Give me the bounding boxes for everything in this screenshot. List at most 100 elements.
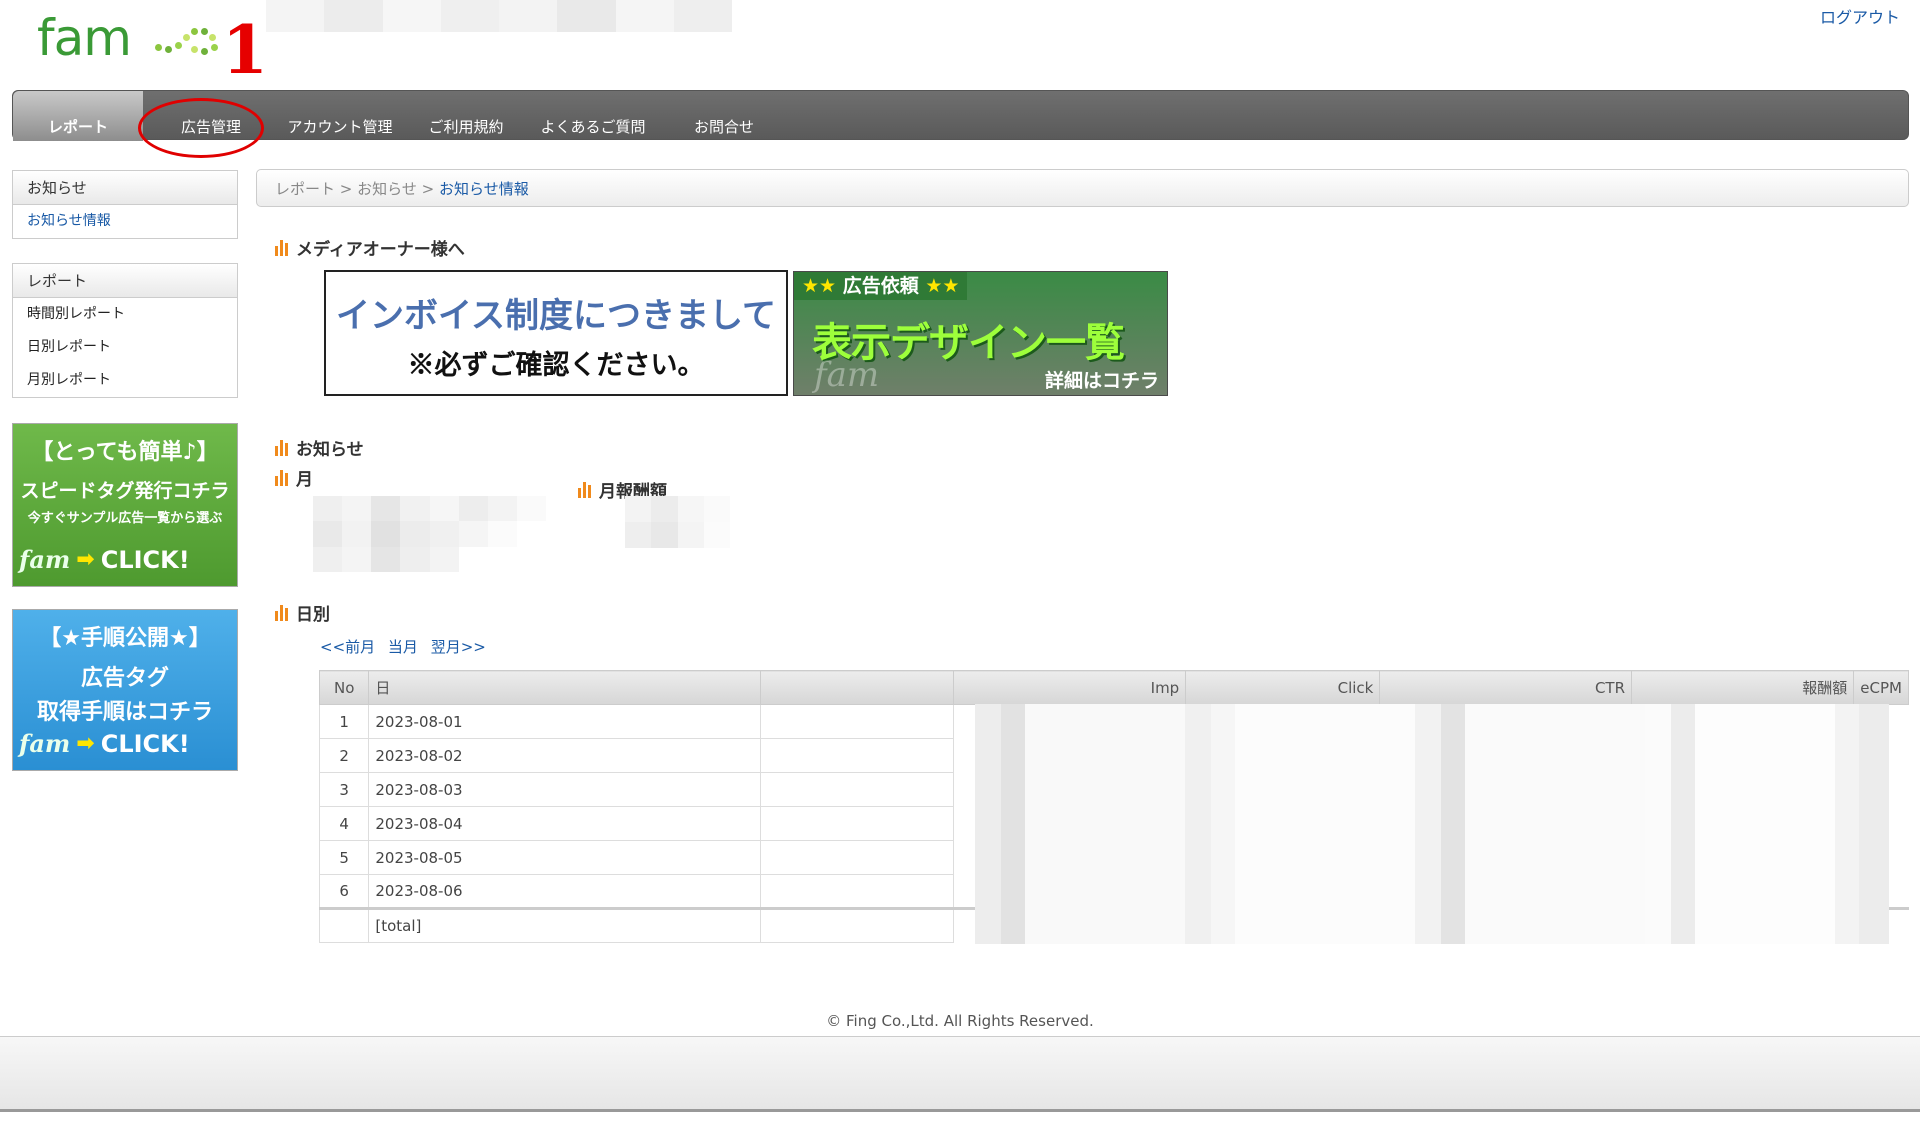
footer-bar	[0, 1036, 1920, 1112]
bar-chart-icon	[275, 439, 288, 456]
ad-request-banner[interactable]: ★★ 広告依頼 ★★ 表示デザイン一覧 fam 詳細はコチラ	[793, 271, 1168, 396]
section-notice-title: お知らせ	[296, 440, 364, 460]
breadcrumb-notice[interactable]: お知らせ	[357, 180, 417, 198]
annotation-number: 1	[222, 11, 268, 89]
cell-date: 2023-08-02	[368, 738, 762, 773]
speed-tag-banner[interactable]: 【とっても簡単♪】 スピードタグ発行コチラ 今すぐサンプル広告一覧から選ぶ fa…	[12, 423, 238, 587]
breadcrumb-sep: >	[421, 180, 435, 198]
cell-no: 5	[318, 840, 370, 875]
cell-no-empty	[318, 907, 370, 943]
section-month: 月	[275, 465, 313, 490]
breadcrumb-sep: >	[339, 180, 353, 198]
sidebar-report-box: レポート 時間別レポート 日別レポート 月別レポート	[12, 263, 238, 398]
cell-no: 4	[318, 806, 370, 841]
breadcrumb-current: お知らせ情報	[439, 180, 529, 198]
cell-spacer	[760, 874, 954, 909]
ad-request-top: ★★ 広告依頼 ★★	[794, 272, 968, 300]
month-pager: <<前月 当月 翌月>>	[320, 636, 494, 657]
cell-spacer	[760, 907, 954, 943]
table-header-row: No 日 Imp Click CTR 報酬額 eCPM	[318, 670, 1909, 705]
th-click: Click	[1185, 670, 1381, 705]
arrow-right-icon: ➡	[76, 547, 95, 572]
sidebar-item-daily-report[interactable]: 日別レポート	[13, 331, 237, 364]
pager-next-month[interactable]: 翌月>>	[431, 638, 486, 656]
cell-spacer	[760, 772, 954, 807]
speed-banner-brand: fam	[19, 545, 71, 574]
footer-copyright: © Fing Co.,Ltd. All Rights Reserved.	[826, 1012, 1094, 1030]
speed-banner-line1: 【とっても簡単♪】	[31, 440, 219, 465]
nav-tab-report[interactable]: レポート	[13, 91, 143, 141]
tag-steps-banner[interactable]: 【★手順公開★】 広告タグ 取得手順はコチラ fam ➡ CLICK!	[12, 609, 238, 771]
cell-spacer	[760, 704, 954, 739]
invoice-banner[interactable]: インボイス制度につきまして ※必ずご確認ください。	[324, 270, 788, 396]
sidebar-item-notice-info[interactable]: お知らせ情報	[13, 205, 237, 238]
cell-date: 2023-08-01	[368, 704, 762, 739]
bar-chart-icon	[275, 469, 288, 486]
th-spacer	[760, 670, 954, 705]
pager-current-month[interactable]: 当月	[388, 638, 418, 656]
th-imp: Imp	[952, 670, 1187, 705]
cell-no: 2	[318, 738, 370, 773]
steps-banner-line3: 取得手順はコチラ	[36, 700, 213, 725]
th-ctr: CTR	[1379, 670, 1633, 705]
cell-date: 2023-08-04	[368, 806, 762, 841]
sidebar-notice-box: お知らせ お知らせ情報	[12, 170, 238, 239]
pager-prev-month[interactable]: <<前月	[320, 638, 375, 656]
speed-banner-click: fam ➡ CLICK!	[19, 545, 190, 574]
ad-request-star-left: ★★	[802, 275, 837, 297]
blurred-monthly-reward	[625, 496, 730, 548]
speed-banner-line3: 今すぐサンプル広告一覧から選ぶ	[27, 511, 223, 526]
blurred-table-values	[975, 704, 1909, 944]
blurred-month-values	[313, 496, 546, 572]
steps-banner-click-label: CLICK!	[100, 729, 190, 758]
cell-total-label: [total]	[368, 907, 762, 943]
cell-date: 2023-08-06	[368, 874, 762, 909]
steps-banner-line2: 広告タグ	[80, 666, 169, 691]
section-media-owner-title: メディアオーナー様へ	[296, 240, 465, 260]
nav-tab-account-management[interactable]: アカウント管理	[275, 91, 405, 141]
bar-chart-icon	[578, 481, 591, 498]
cell-date: 2023-08-03	[368, 772, 762, 807]
steps-banner-line1: 【★手順公開★】	[39, 626, 211, 651]
steps-banner-brand: fam	[19, 729, 71, 758]
bar-chart-icon	[275, 239, 288, 256]
section-daily: 日別	[275, 600, 330, 625]
bar-chart-icon	[275, 604, 288, 621]
nav-tab-contact[interactable]: お問合せ	[669, 91, 779, 141]
blurred-header-region	[266, 0, 732, 32]
breadcrumb-report[interactable]: レポート	[275, 180, 335, 198]
th-date: 日	[368, 670, 762, 705]
section-notice: お知らせ	[275, 435, 364, 460]
ad-request-brand: fam	[814, 355, 880, 395]
section-daily-title: 日別	[296, 605, 330, 625]
section-media-owner: メディアオーナー様へ	[275, 235, 465, 260]
cell-no: 6	[318, 874, 370, 909]
steps-banner-click: fam ➡ CLICK!	[19, 729, 190, 758]
th-ecpm: eCPM	[1853, 670, 1909, 705]
ad-request-top-label: 広告依頼	[842, 275, 919, 297]
cell-spacer	[760, 806, 954, 841]
sidebar-item-hourly-report[interactable]: 時間別レポート	[13, 298, 237, 331]
logout-link[interactable]: ログアウト	[1820, 4, 1900, 28]
annotation-circle	[138, 98, 264, 158]
th-reward: 報酬額	[1631, 670, 1855, 705]
speed-banner-click-label: CLICK!	[100, 545, 190, 574]
main-navbar: レポート 広告管理 アカウント管理 ご利用規約 よくあるご質問 お問合せ	[12, 90, 1909, 141]
cell-no: 1	[318, 704, 370, 739]
nav-tab-faq[interactable]: よくあるご質問	[525, 91, 661, 141]
sidebar-report-title: レポート	[13, 264, 237, 298]
invoice-banner-line1: インボイス制度につきまして	[336, 296, 776, 336]
cell-no: 3	[318, 772, 370, 807]
invoice-banner-line2: ※必ずご確認ください。	[407, 350, 705, 381]
section-month-title: 月	[296, 470, 313, 490]
cell-spacer	[760, 840, 954, 875]
sidebar-notice-title: お知らせ	[13, 171, 237, 205]
arrow-right-icon: ➡	[76, 731, 95, 756]
sidebar-item-monthly-report[interactable]: 月別レポート	[13, 364, 237, 397]
cell-spacer	[760, 738, 954, 773]
speed-banner-line2: スピードタグ発行コチラ	[20, 480, 230, 502]
famoo-logo[interactable]: fam	[37, 8, 218, 68]
breadcrumb: レポート > お知らせ > お知らせ情報	[256, 169, 1909, 207]
nav-tab-terms[interactable]: ご利用規約	[411, 91, 521, 141]
ad-request-sub: 詳細はコチラ	[1044, 370, 1159, 392]
